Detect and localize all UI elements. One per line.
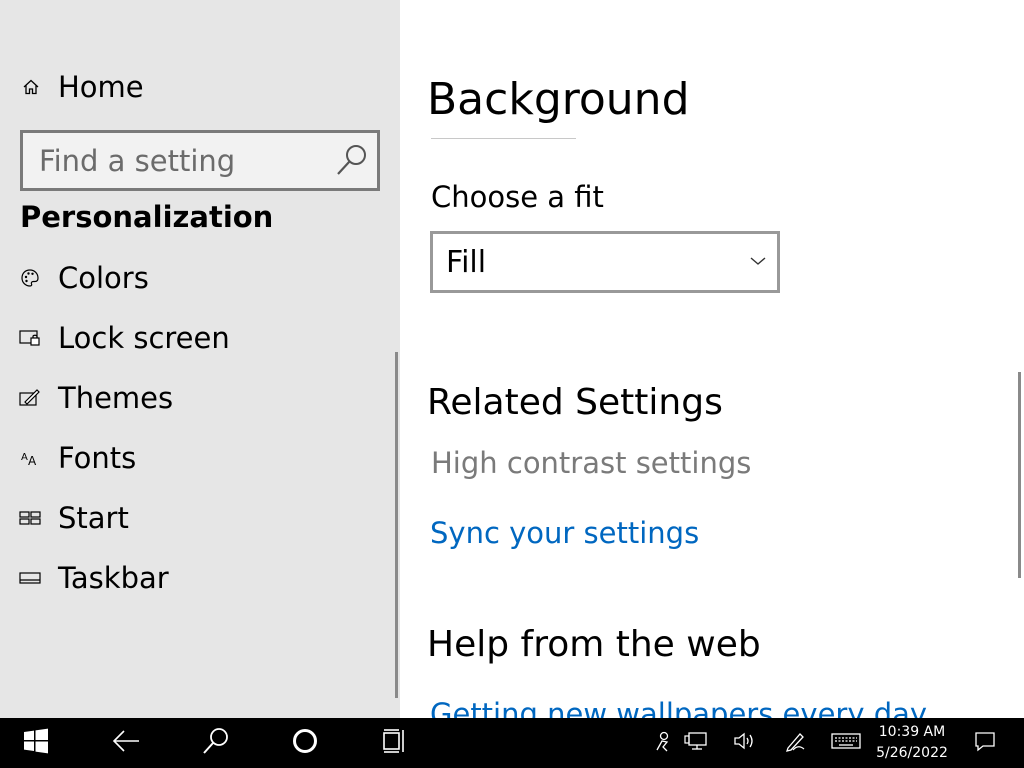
page-title: Background xyxy=(427,74,690,125)
home-icon xyxy=(20,76,42,98)
sidebar-item-fonts[interactable]: A A Fonts xyxy=(18,428,388,488)
search-taskbar-button[interactable] xyxy=(194,718,238,768)
main-content: Background Choose a fit Fill Related Set… xyxy=(400,0,1024,718)
high-contrast-settings-link[interactable]: High contrast settings xyxy=(431,446,751,480)
clock-date: 5/26/2022 xyxy=(876,745,948,761)
lock-screen-icon xyxy=(18,326,42,350)
people-tray-button[interactable] xyxy=(648,718,678,768)
wallpapers-link[interactable]: Getting new wallpapers every day xyxy=(430,697,927,718)
clock-time: 10:39 AM xyxy=(878,724,946,740)
sidebar-item-colors[interactable]: Colors xyxy=(18,248,388,308)
volume-tray-button[interactable] xyxy=(730,718,760,768)
volume-icon xyxy=(733,731,757,755)
action-center-button[interactable] xyxy=(970,718,1000,768)
choose-fit-dropdown[interactable]: Fill xyxy=(430,231,780,293)
choose-fit-value: Fill xyxy=(446,244,487,280)
home-label: Home xyxy=(58,70,144,104)
sidebar-item-label: Lock screen xyxy=(58,321,230,355)
chevron-down-icon xyxy=(749,252,767,270)
palette-icon xyxy=(18,266,42,290)
fonts-icon: A A xyxy=(18,446,42,470)
search-box xyxy=(20,130,380,191)
choose-fit-label: Choose a fit xyxy=(431,180,604,214)
related-settings-heading: Related Settings xyxy=(427,382,723,423)
taskbar-clock[interactable]: 10:39 AM 5/26/2022 xyxy=(870,722,954,764)
svg-text:A: A xyxy=(28,454,37,468)
sidebar-item-label: Themes xyxy=(58,381,174,415)
sidebar-item-taskbar[interactable]: Taskbar xyxy=(18,548,388,608)
themes-icon xyxy=(18,386,42,410)
keyboard-icon xyxy=(831,732,861,754)
personalization-nav: Colors Lock screen Themes A A Fonts Star… xyxy=(18,250,388,608)
sync-settings-link[interactable]: Sync your settings xyxy=(430,516,699,550)
pen-icon xyxy=(784,730,808,756)
network-tray-button[interactable] xyxy=(681,718,711,768)
search-icon[interactable] xyxy=(333,141,371,179)
sidebar: Home Personalization xyxy=(0,0,400,718)
network-monitor-icon xyxy=(684,731,708,755)
start-icon xyxy=(18,506,42,530)
sidebar-item-label: Start xyxy=(58,501,129,535)
main-scrollbar[interactable] xyxy=(1018,372,1021,578)
taskbar: 10:39 AM 5/26/2022 xyxy=(0,718,1024,768)
section-title: Personalization xyxy=(20,200,274,234)
cortana-circle-icon xyxy=(292,728,318,758)
task-view-icon xyxy=(382,728,408,758)
start-button[interactable] xyxy=(14,718,58,768)
search-input[interactable] xyxy=(37,142,331,179)
sidebar-item-label: Colors xyxy=(58,261,149,295)
sidebar-item-start[interactable]: Start xyxy=(18,488,388,548)
back-arrow-icon xyxy=(112,730,140,756)
touch-keyboard-button[interactable] xyxy=(829,718,863,768)
person-icon xyxy=(653,730,673,756)
notification-icon xyxy=(974,730,996,756)
pen-workspace-button[interactable] xyxy=(781,718,811,768)
svg-text:A: A xyxy=(21,452,28,463)
settings-window: Home Personalization xyxy=(0,0,1024,718)
sidebar-item-themes[interactable]: Themes xyxy=(18,368,388,428)
sidebar-item-label: Fonts xyxy=(58,441,137,475)
windows-logo-icon xyxy=(23,728,49,758)
sidebar-item-lock-screen[interactable]: Lock screen xyxy=(18,308,388,368)
help-from-web-heading: Help from the web xyxy=(427,624,761,665)
title-divider xyxy=(431,138,576,139)
search-icon xyxy=(202,727,230,759)
home-nav-item[interactable]: Home xyxy=(20,66,144,108)
taskbar-icon xyxy=(18,566,42,590)
sidebar-scrollbar[interactable] xyxy=(395,352,398,698)
back-button[interactable] xyxy=(104,718,148,768)
cortana-button[interactable] xyxy=(283,718,327,768)
task-view-button[interactable] xyxy=(373,718,417,768)
sidebar-item-label: Taskbar xyxy=(58,561,169,595)
